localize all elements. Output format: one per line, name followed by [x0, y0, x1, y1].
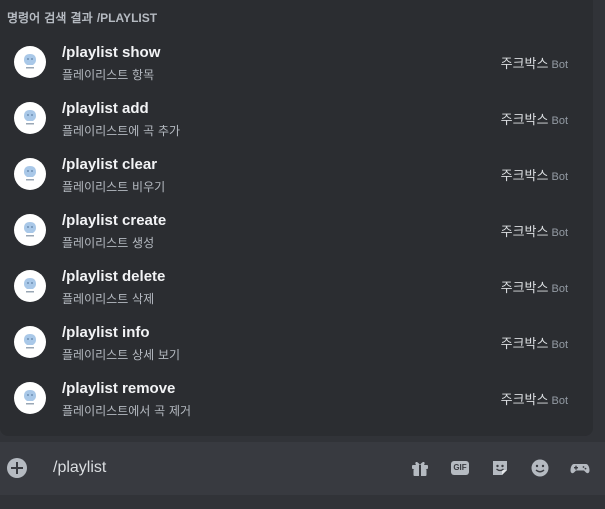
command-source-name: 주크박스: [500, 393, 549, 408]
command-item-create[interactable]: /playlist create 플레이리스트 생성 주크박스 Bot: [0, 202, 593, 258]
sticker-icon[interactable]: [490, 458, 510, 478]
bot-avatar: [14, 102, 46, 134]
command-name: /playlist clear: [62, 156, 158, 173]
bot-tag: Bot: [551, 171, 568, 183]
command-name: /playlist add: [62, 100, 149, 117]
autocomplete-header-prefix: 명령어 검색 결과: [7, 11, 93, 25]
bottom-strip: [0, 495, 605, 509]
activities-icon[interactable]: [570, 458, 590, 478]
command-name: /playlist info: [62, 324, 150, 341]
command-source-name: 주크박스: [500, 337, 549, 352]
gif-label: GIF: [451, 461, 469, 475]
command-description: 플레이리스트에서 곡 제거: [62, 404, 192, 418]
command-item-show[interactable]: /playlist show 플레이리스트 항목 주크박스 Bot: [0, 34, 593, 90]
command-source: 주크박스 Bot: [501, 221, 568, 240]
autocomplete-header-query: /PLAYLIST: [96, 11, 158, 25]
bot-tag: Bot: [551, 115, 568, 127]
bot-avatar: [14, 46, 46, 78]
bot-avatar: [14, 158, 46, 190]
bot-avatar: [14, 214, 46, 246]
command-item-info[interactable]: /playlist info 플레이리스트 상세 보기 주크박스 Bot: [0, 314, 593, 370]
command-source: 주크박스 Bot: [501, 165, 568, 184]
command-source-name: 주크박스: [500, 57, 549, 72]
command-item-add[interactable]: /playlist add 플레이리스트에 곡 추가 주크박스 Bot: [0, 90, 593, 146]
command-source: 주크박스 Bot: [501, 109, 568, 128]
bot-tag: Bot: [551, 283, 568, 295]
jukebox-avatar-icon: [24, 278, 36, 293]
bot-avatar: [14, 326, 46, 358]
jukebox-avatar-icon: [24, 110, 36, 125]
emoji-icon[interactable]: [530, 458, 550, 478]
command-source: 주크박스 Bot: [501, 333, 568, 352]
bot-tag: Bot: [551, 59, 568, 71]
jukebox-avatar-icon: [24, 222, 36, 237]
command-name: /playlist show: [62, 44, 161, 61]
command-description: 플레이리스트 삭제: [62, 292, 155, 306]
command-description: 플레이리스트에 곡 추가: [62, 124, 181, 138]
command-list: /playlist show 플레이리스트 항목 주크박스 Bot /playli…: [0, 34, 593, 426]
jukebox-avatar-icon: [24, 54, 36, 69]
jukebox-avatar-icon: [24, 334, 36, 349]
jukebox-avatar-icon: [24, 390, 36, 405]
command-description: 플레이리스트 생성: [62, 236, 155, 250]
command-source-name: 주크박스: [500, 113, 549, 128]
command-description: 플레이리스트 비우기: [62, 180, 166, 194]
bot-tag: Bot: [551, 227, 568, 239]
command-source-name: 주크박스: [500, 169, 549, 184]
bot-avatar: [14, 382, 46, 414]
message-composer: GIF: [0, 442, 605, 495]
bot-avatar: [14, 270, 46, 302]
command-source-name: 주크박스: [500, 281, 549, 296]
command-autocomplete-popup: 명령어 검색 결과 /PLAYLIST /playlist show 플레이리스…: [0, 0, 593, 436]
command-source-name: 주크박스: [500, 225, 549, 240]
command-item-remove[interactable]: /playlist remove 플레이리스트에서 곡 제거 주크박스 Bot: [0, 370, 593, 426]
command-name: /playlist remove: [62, 380, 176, 397]
command-source: 주크박스 Bot: [501, 389, 568, 408]
command-item-clear[interactable]: /playlist clear 플레이리스트 비우기 주크박스 Bot: [0, 146, 593, 202]
command-name: /playlist create: [62, 212, 167, 229]
gif-icon[interactable]: GIF: [450, 458, 470, 478]
command-item-delete[interactable]: /playlist delete 플레이리스트 삭제 주크박스 Bot: [0, 258, 593, 314]
command-name: /playlist delete: [62, 268, 166, 285]
bot-tag: Bot: [551, 339, 568, 351]
command-description: 플레이리스트 상세 보기: [62, 348, 181, 362]
add-attachment-icon[interactable]: [7, 458, 27, 478]
autocomplete-header: 명령어 검색 결과 /PLAYLIST: [7, 9, 157, 26]
command-description: 플레이리스트 항목: [62, 68, 155, 82]
bot-tag: Bot: [551, 395, 568, 407]
message-input[interactable]: [53, 455, 383, 481]
gift-icon[interactable]: [410, 458, 430, 478]
command-source: 주크박스 Bot: [501, 53, 568, 72]
jukebox-avatar-icon: [24, 166, 36, 181]
command-source: 주크박스 Bot: [501, 277, 568, 296]
